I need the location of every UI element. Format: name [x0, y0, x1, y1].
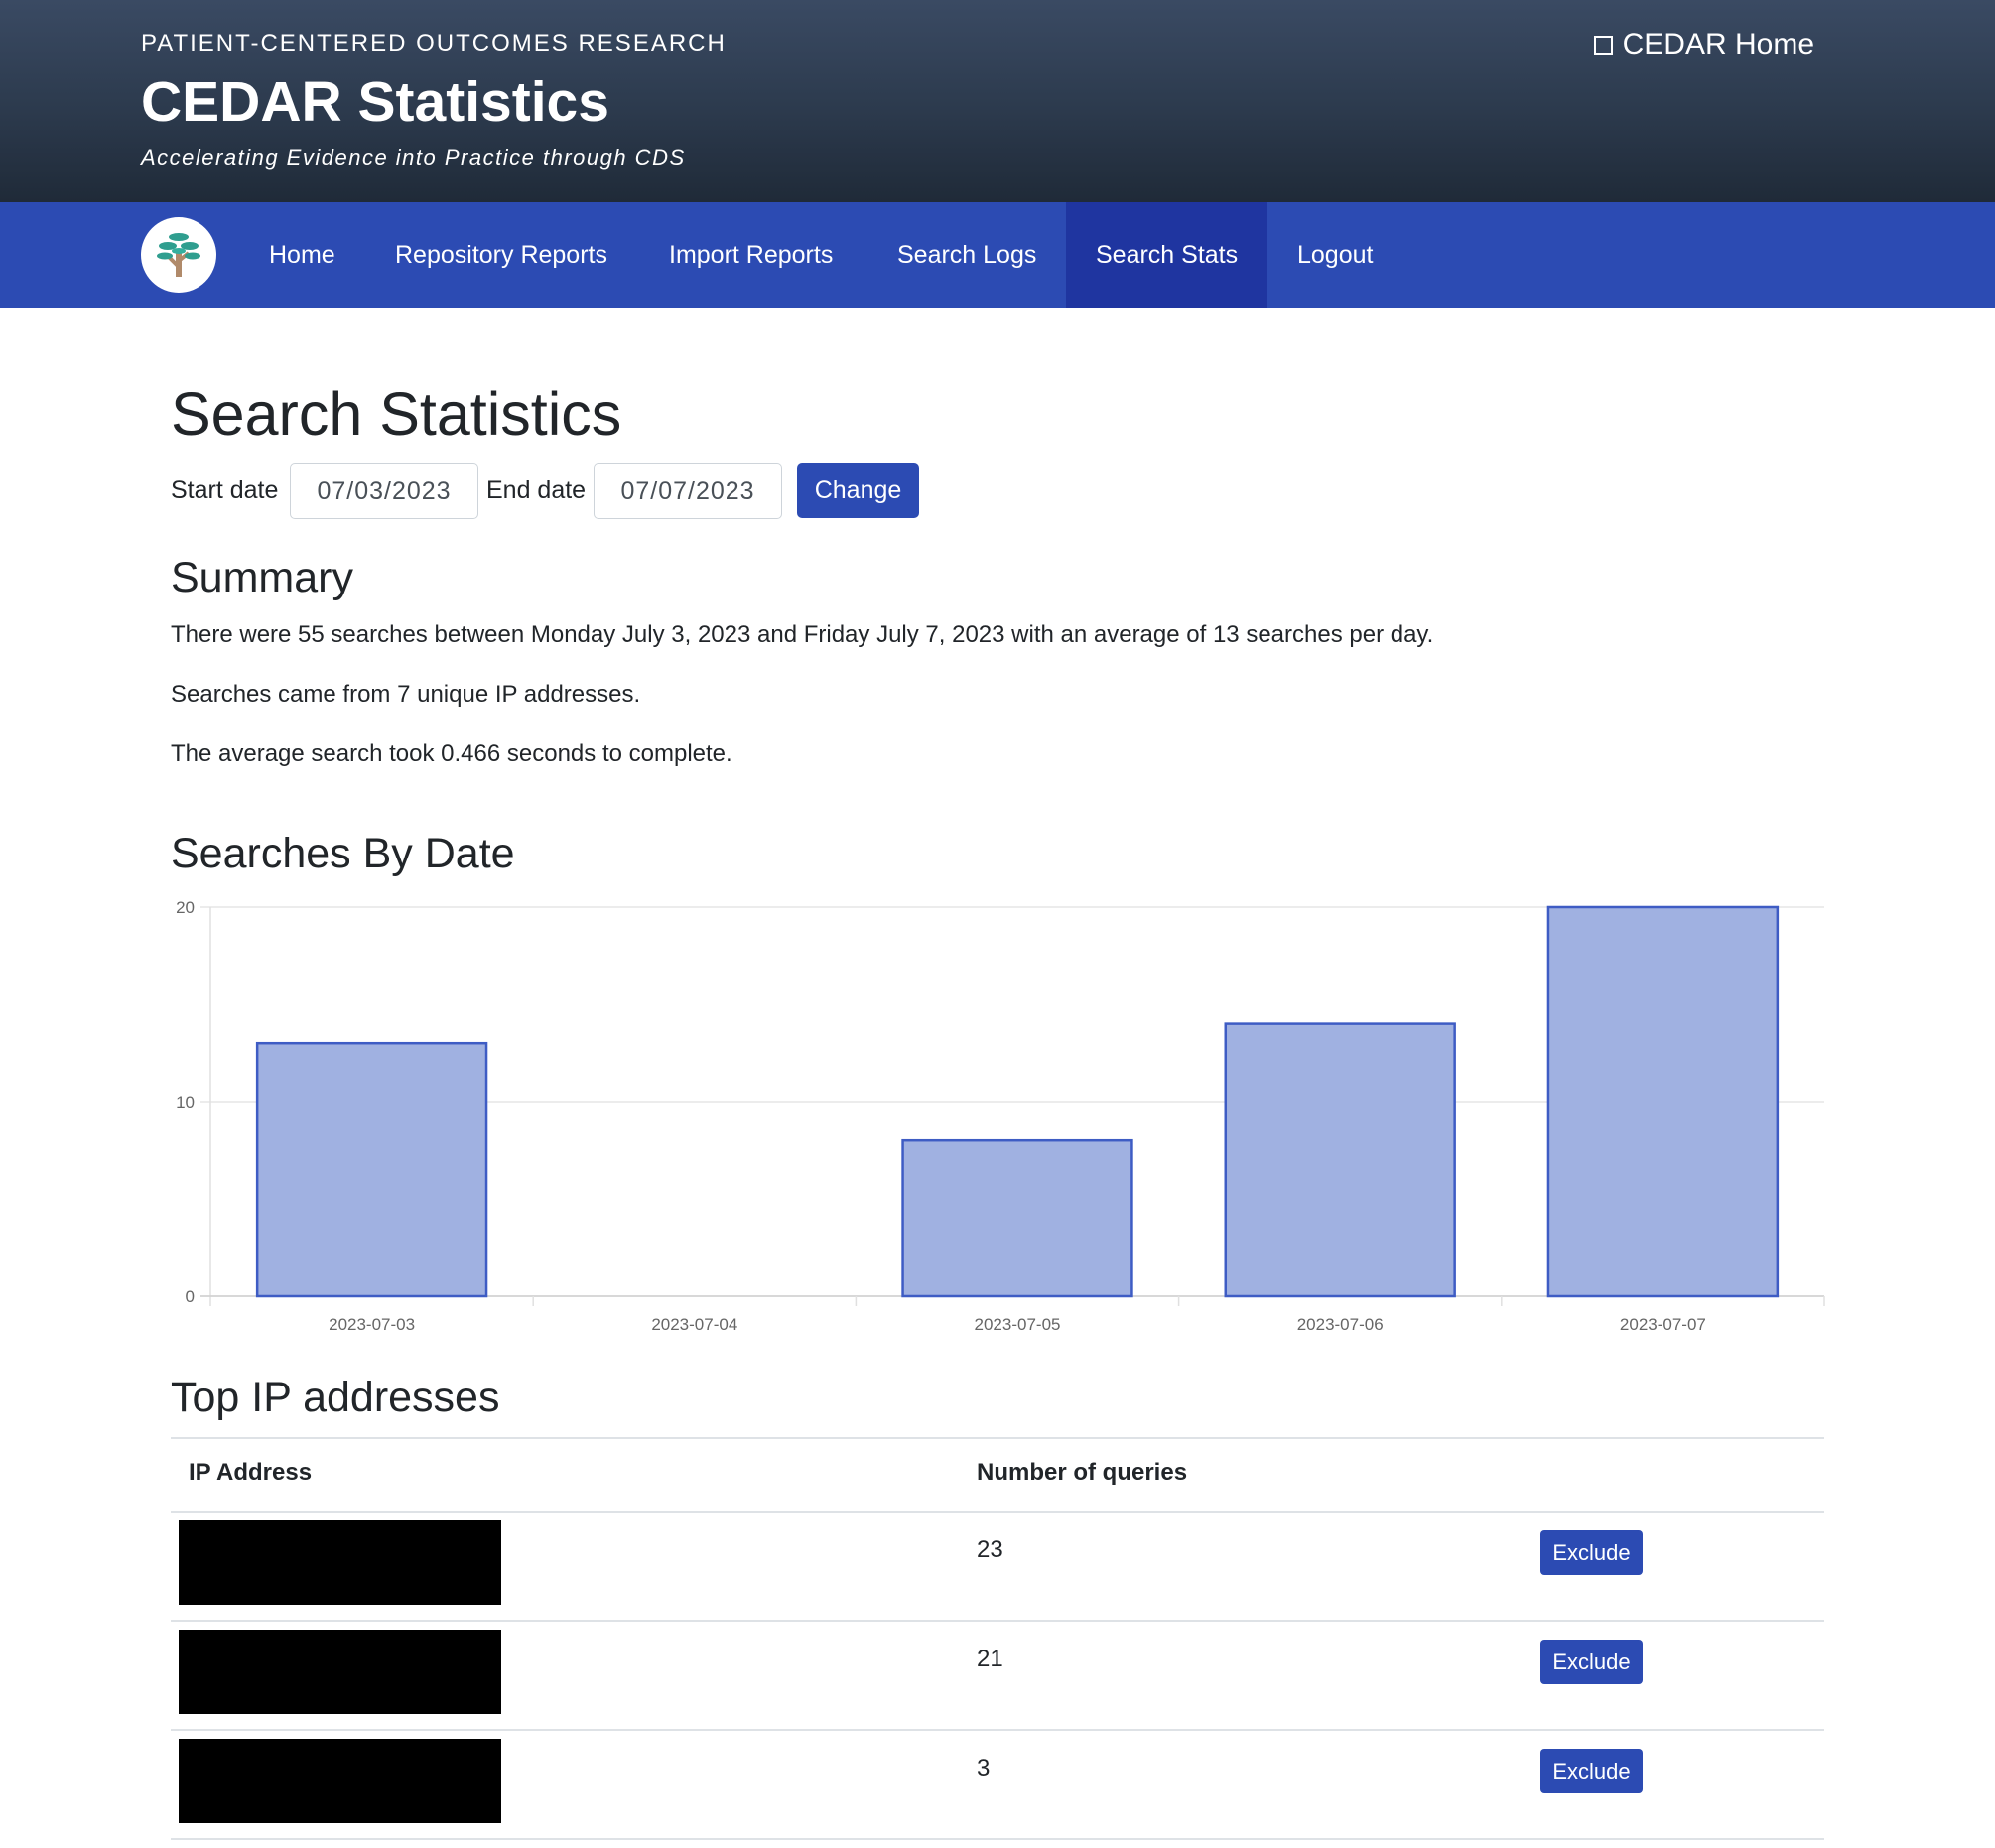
y-tick-label: 0: [186, 1287, 195, 1306]
bar-2023-07-05: [901, 1138, 1133, 1298]
summary-duration-text: The average search took 0.466 seconds to…: [171, 740, 732, 767]
bar-2023-07-03: [255, 1041, 488, 1298]
ip-section-heading: Top IP addresses: [171, 1374, 500, 1421]
x-tick-label: 2023-07-07: [1620, 1315, 1706, 1334]
nav-search-stats[interactable]: Search Stats: [1066, 202, 1267, 308]
chart-heading: Searches By Date: [171, 830, 515, 877]
nav-search-logs[interactable]: Search Logs: [867, 202, 1066, 308]
summary-searches-text: There were 55 searches between Monday Ju…: [171, 621, 1434, 648]
end-date-field[interactable]: [594, 463, 782, 519]
row-divider: [171, 1620, 1824, 1622]
main-nav: Home Repository Reports Import Reports S…: [0, 202, 1995, 308]
redacted-ip: [179, 1739, 501, 1823]
site-header: PATIENT-CENTERED OUTCOMES RESEARCH CEDAR…: [0, 0, 1995, 202]
tree-logo-graphic: [157, 233, 200, 277]
nav-home[interactable]: Home: [239, 202, 365, 308]
tree-logo-icon[interactable]: [141, 217, 216, 293]
y-tick-label: 20: [176, 898, 195, 917]
exclude-button[interactable]: Exclude: [1540, 1640, 1643, 1684]
cedar-home-label: CEDAR Home: [1622, 28, 1814, 61]
organization-label: PATIENT-CENTERED OUTCOMES RESEARCH: [141, 30, 727, 57]
exclude-button[interactable]: Exclude: [1540, 1749, 1643, 1793]
summary-heading: Summary: [171, 554, 353, 601]
start-date-field[interactable]: [290, 463, 478, 519]
row-divider: [171, 1729, 1824, 1731]
start-date-label: Start date: [171, 476, 279, 504]
change-button[interactable]: Change: [797, 463, 919, 518]
x-tick-label: 2023-07-06: [1297, 1315, 1384, 1334]
summary-ip-text: Searches came from 7 unique IP addresses…: [171, 681, 641, 708]
row-divider: [171, 1838, 1824, 1840]
query-count: 23: [977, 1536, 1003, 1563]
nav-logout[interactable]: Logout: [1267, 202, 1402, 308]
searches-by-date-chart: 0 10 20 2023-07-03 2023-07-04 2023-07-05 2023-…: [176, 898, 1825, 1334]
exclude-button[interactable]: Exclude: [1540, 1530, 1643, 1575]
table-top-border: [171, 1437, 1824, 1439]
site-tagline: Accelerating Evidence into Practice thro…: [141, 145, 686, 170]
nav-repository-reports[interactable]: Repository Reports: [365, 202, 637, 308]
square-icon: [1593, 35, 1613, 55]
y-tick-label: 10: [176, 1093, 195, 1112]
query-count: 3: [977, 1755, 991, 1782]
redacted-ip: [179, 1520, 501, 1605]
end-date-label: End date: [486, 476, 587, 504]
x-tick-label: 2023-07-03: [329, 1315, 415, 1334]
bar-2023-07-07: [1546, 905, 1780, 1298]
column-header-ip: IP Address: [189, 1459, 313, 1486]
nav-import-reports[interactable]: Import Reports: [639, 202, 863, 308]
table-header-border: [171, 1511, 1824, 1513]
column-header-count: Number of queries: [977, 1459, 1188, 1486]
redacted-ip: [179, 1630, 501, 1714]
cedar-home-link[interactable]: CEDAR Home: [1593, 28, 1814, 62]
query-count: 21: [977, 1646, 1003, 1672]
x-tick-label: 2023-07-04: [651, 1315, 737, 1334]
site-title: CEDAR Statistics: [141, 70, 609, 134]
page-title: Search Statistics: [171, 380, 622, 448]
bar-2023-07-06: [1224, 1022, 1456, 1298]
x-tick-label: 2023-07-05: [975, 1315, 1061, 1334]
